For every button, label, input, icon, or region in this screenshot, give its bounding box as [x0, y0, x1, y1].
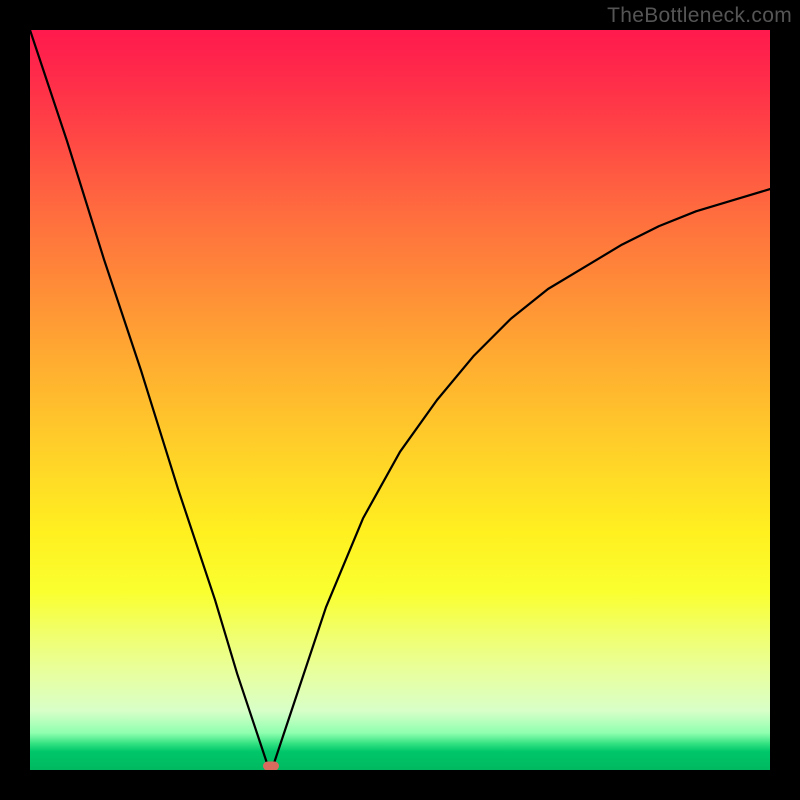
curve-minimum-marker — [263, 762, 279, 771]
chart-frame: TheBottleneck.com — [0, 0, 800, 800]
plot-area — [30, 30, 770, 770]
bottleneck-curve — [30, 30, 770, 770]
watermark-text: TheBottleneck.com — [607, 4, 792, 28]
